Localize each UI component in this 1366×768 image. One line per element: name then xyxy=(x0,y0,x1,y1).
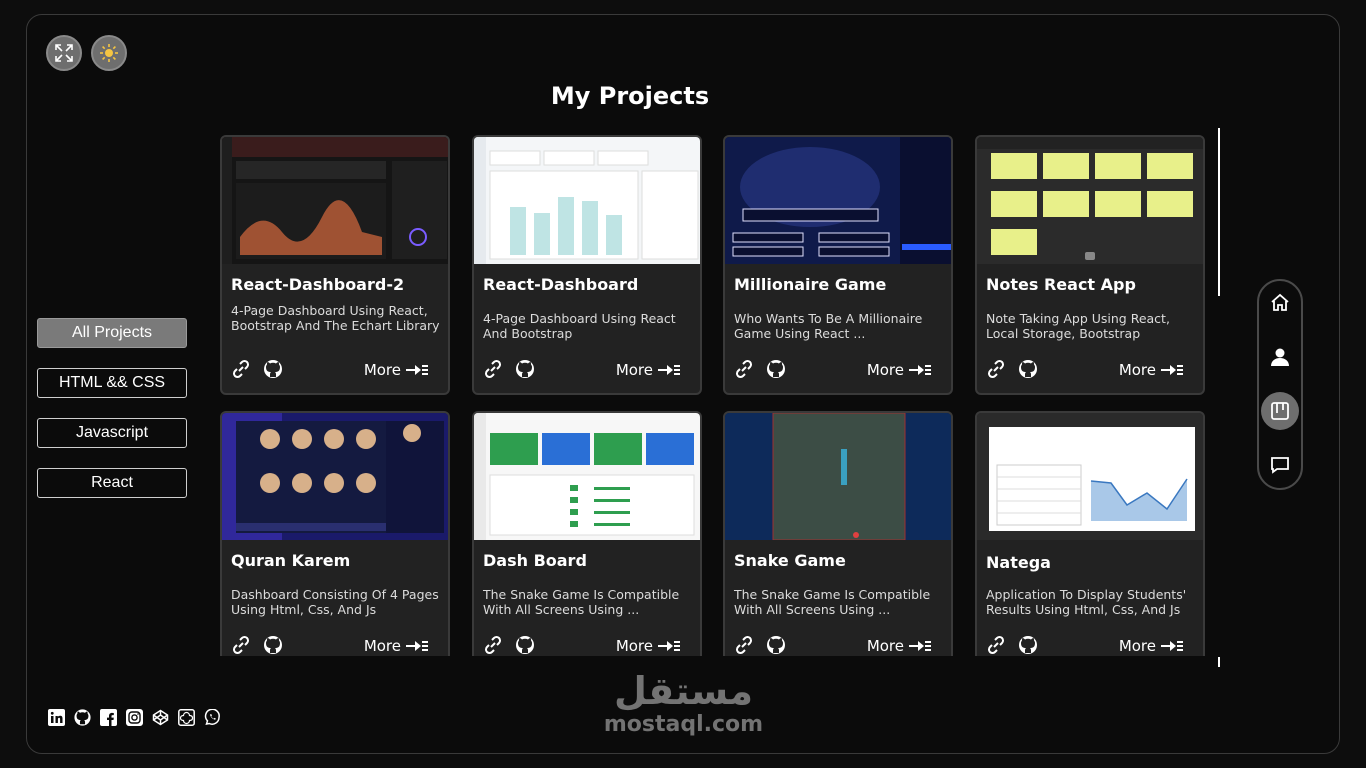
github-icon[interactable] xyxy=(263,635,283,656)
expand-icon xyxy=(55,44,73,62)
project-filters: All Projects HTML && CSS Javascript Reac… xyxy=(37,318,187,518)
project-title: Quran Karem xyxy=(231,551,351,570)
project-title: React-Dashboard-2 xyxy=(231,275,405,294)
project-card: Millionaire Game Who Wants To Be A Milli… xyxy=(723,135,953,395)
project-thumbnail[interactable] xyxy=(474,137,700,264)
filter-all-projects[interactable]: All Projects xyxy=(37,318,187,348)
project-thumbnail[interactable] xyxy=(222,137,448,264)
more-button[interactable]: More xyxy=(1119,637,1183,655)
project-thumbnail[interactable] xyxy=(977,137,1203,264)
whatsapp-icon[interactable] xyxy=(204,709,221,726)
filter-react[interactable]: React xyxy=(37,468,187,498)
scrollbar-thumb[interactable] xyxy=(1218,128,1220,296)
codepen-icon[interactable] xyxy=(152,709,169,726)
page-title: My Projects xyxy=(550,82,710,110)
fullscreen-button[interactable] xyxy=(46,35,82,71)
nav-projects[interactable] xyxy=(1261,392,1299,430)
project-title: Snake Game xyxy=(734,551,846,570)
project-card: Dash Board The Snake Game Is Compatible … xyxy=(472,411,702,656)
side-nav xyxy=(1257,279,1303,490)
project-thumbnail[interactable] xyxy=(977,413,1203,540)
link-icon[interactable] xyxy=(734,359,754,383)
nav-contact[interactable] xyxy=(1261,446,1299,484)
home-icon xyxy=(1271,293,1289,311)
mostaql-watermark: مستقل mostaql.com xyxy=(596,670,771,738)
link-icon[interactable] xyxy=(734,635,754,656)
link-icon[interactable] xyxy=(483,635,503,656)
arrow-right-to-bracket-icon xyxy=(406,641,428,651)
project-card: Notes React App Note Taking App Using Re… xyxy=(975,135,1205,395)
project-thumbnail[interactable] xyxy=(725,137,951,264)
project-description: The Snake Game Is Compatible With All Sc… xyxy=(734,587,931,617)
nav-about[interactable] xyxy=(1261,338,1299,376)
more-button[interactable]: More xyxy=(867,361,931,379)
link-icon[interactable] xyxy=(986,359,1006,383)
link-icon[interactable] xyxy=(231,635,251,656)
github-icon[interactable] xyxy=(1018,635,1038,656)
more-button[interactable]: More xyxy=(867,637,931,655)
filter-html-css[interactable]: HTML && CSS xyxy=(37,368,187,398)
facebook-icon[interactable] xyxy=(100,709,117,726)
github-icon[interactable] xyxy=(515,359,535,383)
link-icon[interactable] xyxy=(483,359,503,383)
message-icon xyxy=(1271,457,1289,474)
more-button[interactable]: More xyxy=(364,361,428,379)
project-title: React-Dashboard xyxy=(483,275,639,294)
projects-icon xyxy=(1271,402,1289,420)
linkedin-icon[interactable] xyxy=(48,709,65,726)
project-title: Millionaire Game xyxy=(734,275,887,294)
project-card: Natega Application To Display Students' … xyxy=(975,411,1205,656)
instagram-icon[interactable] xyxy=(126,709,143,726)
project-card: Snake Game The Snake Game Is Compatible … xyxy=(723,411,953,656)
arrow-right-to-bracket-icon xyxy=(909,641,931,651)
github-icon[interactable] xyxy=(74,709,91,726)
project-description: Dashboard Consisting Of 4 Pages Using Ht… xyxy=(231,587,439,617)
project-thumbnail[interactable] xyxy=(474,413,700,540)
project-description: Note Taking App Using React, Local Stora… xyxy=(986,311,1170,341)
social-links xyxy=(48,709,221,726)
more-button[interactable]: More xyxy=(616,637,680,655)
user-icon xyxy=(1271,348,1289,366)
project-description: 4-Page Dashboard Using React And Bootstr… xyxy=(483,311,676,341)
nav-home[interactable] xyxy=(1261,283,1299,321)
github-icon[interactable] xyxy=(766,635,786,656)
arrow-right-to-bracket-icon xyxy=(1161,365,1183,375)
project-thumbnail[interactable] xyxy=(725,413,951,540)
arrow-right-to-bracket-icon xyxy=(406,365,428,375)
project-card: React-Dashboard-2 4-Page Dashboard Using… xyxy=(220,135,450,395)
project-thumbnail[interactable] xyxy=(222,413,448,540)
project-card: React-Dashboard 4-Page Dashboard Using R… xyxy=(472,135,702,395)
project-title: Natega xyxy=(986,553,1051,572)
github-icon[interactable] xyxy=(766,359,786,383)
arrow-right-to-bracket-icon xyxy=(658,365,680,375)
project-description: The Snake Game Is Compatible With All Sc… xyxy=(483,587,680,617)
filter-javascript[interactable]: Javascript xyxy=(37,418,187,448)
watermark-arabic: مستقل xyxy=(614,669,753,713)
more-button[interactable]: More xyxy=(616,361,680,379)
arrow-right-to-bracket-icon xyxy=(909,365,931,375)
scrollbar-end xyxy=(1218,657,1220,667)
link-icon[interactable] xyxy=(231,359,251,383)
more-button[interactable]: More xyxy=(1119,361,1183,379)
project-title: Dash Board xyxy=(483,551,587,570)
github-icon[interactable] xyxy=(1018,359,1038,383)
github-icon[interactable] xyxy=(515,635,535,656)
projects-grid: React-Dashboard-2 4-Page Dashboard Using… xyxy=(220,135,1210,656)
project-card: Quran Karem Dashboard Consisting Of 4 Pa… xyxy=(220,411,450,656)
codesandbox-icon[interactable] xyxy=(178,709,195,726)
link-icon[interactable] xyxy=(986,635,1006,656)
more-button[interactable]: More xyxy=(364,637,428,655)
sun-icon xyxy=(100,44,118,62)
project-description: Application To Display Students' Results… xyxy=(986,587,1187,617)
watermark-latin: mostaql.com xyxy=(603,712,764,737)
project-title: Notes React App xyxy=(986,275,1136,294)
project-description: 4-Page Dashboard Using React, Bootstrap … xyxy=(231,303,440,333)
theme-toggle-button[interactable] xyxy=(91,35,127,71)
arrow-right-to-bracket-icon xyxy=(658,641,680,651)
project-description: Who Wants To Be A Millionaire Game Using… xyxy=(734,311,923,341)
arrow-right-to-bracket-icon xyxy=(1161,641,1183,651)
github-icon[interactable] xyxy=(263,359,283,383)
